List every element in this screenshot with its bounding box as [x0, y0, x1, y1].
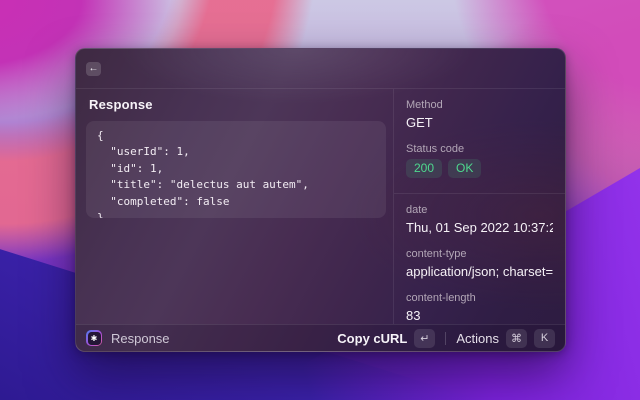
footer-separator [445, 332, 446, 345]
return-key-icon: ↵ [414, 329, 435, 348]
actions-menu-button[interactable]: Actions [456, 331, 499, 346]
headers-section: date Thu, 01 Sep 2022 10:37:22 G… conten… [394, 194, 565, 324]
response-body-viewer[interactable]: { "userId": 1, "id": 1, "title": "delect… [86, 121, 386, 218]
status-code-label: Status code [406, 143, 553, 155]
status-text-badge: OK [448, 159, 481, 178]
header-label: content-length [406, 292, 553, 304]
status-badge-row: 200 OK [406, 159, 553, 178]
footer-context-label: Response [111, 331, 170, 346]
window-body: Response { "userId": 1, "id": 1, "title"… [76, 88, 565, 324]
response-json: { "userId": 1, "id": 1, "title": "delect… [97, 128, 375, 218]
copy-curl-button[interactable]: Copy cURL [337, 331, 407, 346]
footer-actions: Copy cURL ↵ Actions ⌘ K [337, 329, 555, 348]
k-key-icon: K [534, 329, 555, 348]
response-panel: Response { "userId": 1, "id": 1, "title"… [76, 89, 393, 324]
back-button[interactable]: ← [86, 62, 101, 76]
back-arrow-icon: ← [89, 63, 99, 74]
header-value: application/json; charset=utf-8 [406, 264, 553, 279]
metadata-panel: Method GET Status code 200 OK date Thu, … [394, 89, 565, 324]
header-value: 83 [406, 308, 553, 323]
header-label: date [406, 204, 553, 216]
header-value: Thu, 01 Sep 2022 10:37:22 G… [406, 220, 553, 235]
status-code-badge: 200 [406, 159, 442, 178]
launcher-window: ← Response { "userId": 1, "id": 1, "titl… [75, 48, 566, 352]
method-value: GET [406, 115, 553, 130]
header-label: content-type [406, 248, 553, 260]
metadata-summary-section: Method GET Status code 200 OK [394, 89, 565, 178]
command-key-icon: ⌘ [506, 329, 527, 348]
response-title: Response [89, 97, 393, 112]
action-bar: ✱ Response Copy cURL ↵ Actions ⌘ K [76, 324, 565, 351]
window-header: ← [76, 49, 565, 88]
method-label: Method [406, 99, 553, 111]
asterisk-icon: ✱ [88, 332, 101, 345]
extension-icon: ✱ [86, 330, 102, 346]
